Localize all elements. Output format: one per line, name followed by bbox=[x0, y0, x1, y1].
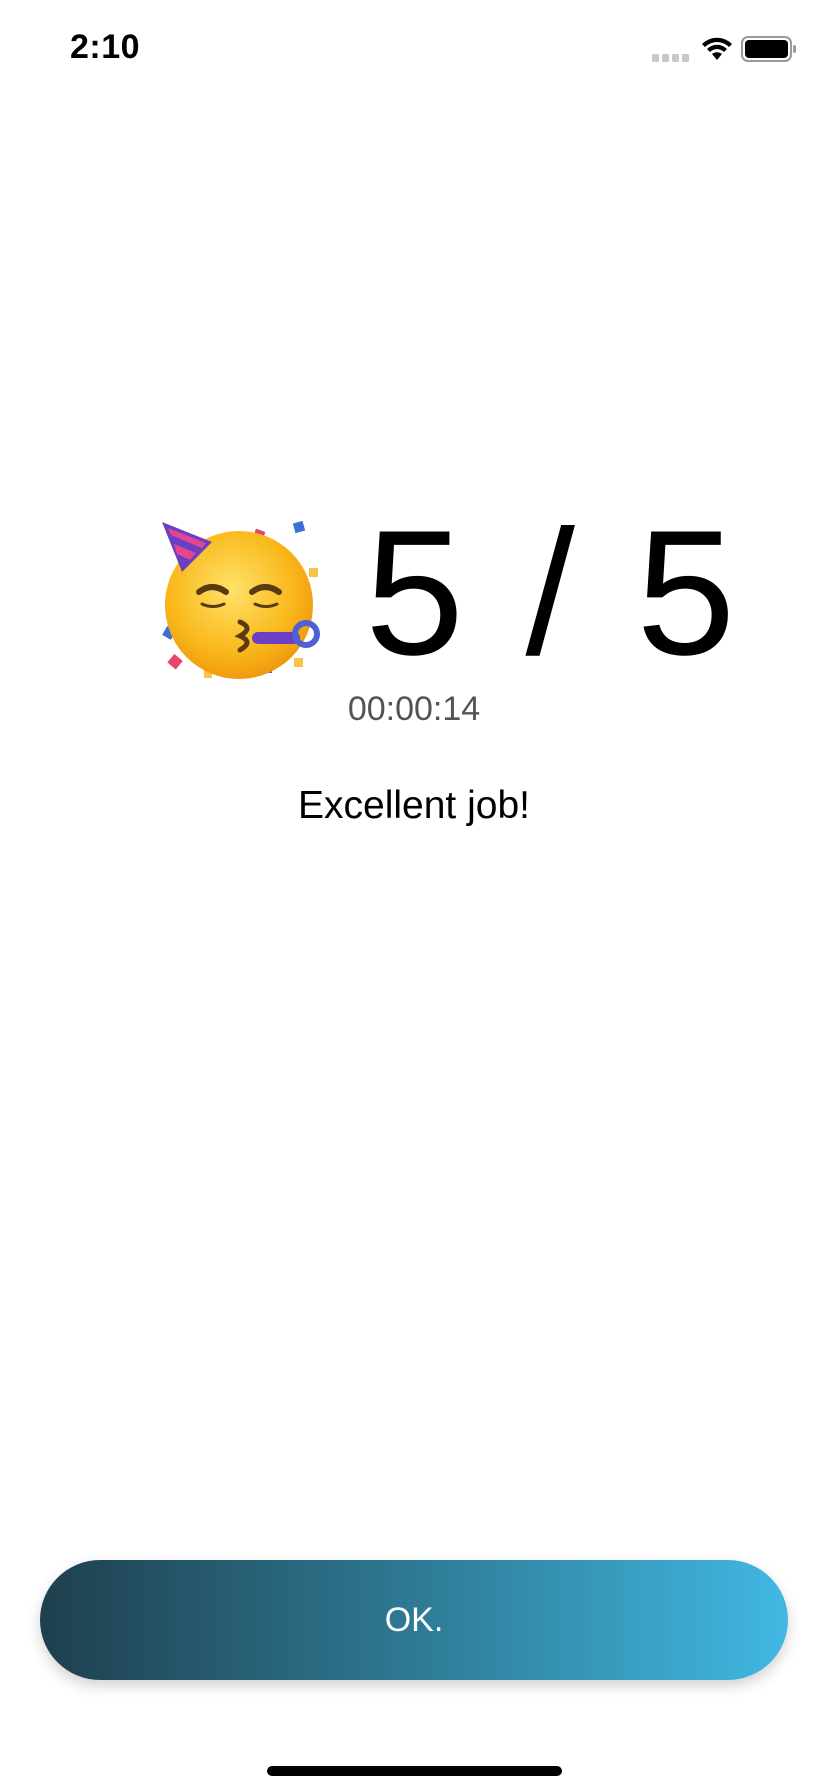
score-row: 5 / 5 bbox=[0, 493, 828, 692]
ok-button[interactable]: OK. bbox=[40, 1560, 788, 1680]
ok-button-label: OK. bbox=[384, 1600, 444, 1639]
score-value: 5 / 5 bbox=[365, 493, 742, 692]
home-indicator[interactable] bbox=[267, 1766, 562, 1776]
partying-face-icon bbox=[162, 520, 320, 679]
battery-icon bbox=[741, 36, 796, 62]
status-time: 2:10 bbox=[70, 28, 141, 66]
wifi-icon bbox=[702, 37, 732, 60]
result-screen: 2:10 5 / 5 00:00:14 Excellent job! OK. bbox=[0, 0, 828, 1792]
cellular-signal-icon bbox=[652, 54, 689, 62]
result-message: Excellent job! bbox=[298, 784, 530, 827]
elapsed-time: 00:00:14 bbox=[347, 690, 481, 728]
